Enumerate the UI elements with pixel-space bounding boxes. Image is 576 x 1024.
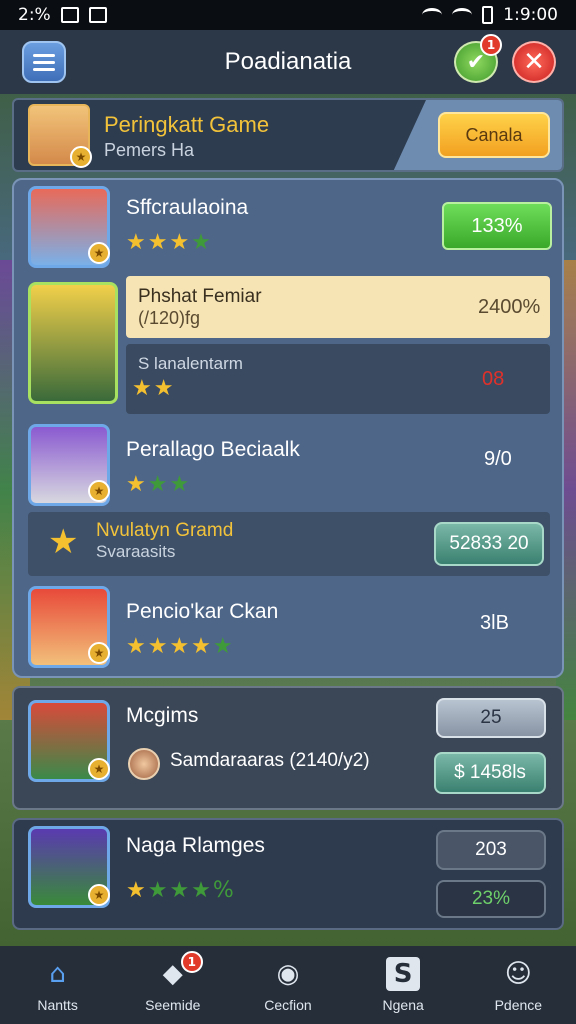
row6-rating: ★★★★★ — [126, 634, 235, 659]
panel3-star-suffix: % — [212, 878, 236, 903]
player-card-naga: ★ Naga Rlamges ★★★★% 203 23% — [12, 818, 564, 930]
tab-notification-badge: 1 — [180, 951, 203, 973]
panel3-name: Naga Rlamges — [126, 834, 265, 857]
leaderboard-panel: ★ Sffcraulaoina ★★★★ 133% Phshat Femiar … — [12, 178, 564, 678]
status-left-text: 2:% — [18, 5, 51, 25]
row3-name: S lanalentarm — [138, 354, 243, 373]
close-button[interactable]: ✕ — [512, 41, 556, 83]
signal-icon — [452, 8, 473, 22]
panel2-name: Mcgims — [126, 704, 199, 727]
row5-star-icon: ★ — [48, 522, 81, 562]
row1-rating: ★★★★ — [126, 230, 213, 255]
tab-pdence[interactable]: ☺ Pdence — [468, 957, 568, 1013]
row2-sub: (/120)fg — [138, 308, 201, 328]
panel2-sub: Samdaraaras (2140/y2) — [170, 750, 370, 771]
tab-label: Nantts — [37, 997, 78, 1013]
banner-subtitle: Pemers Ha — [104, 140, 195, 160]
panel3-count-button[interactable]: 203 — [436, 830, 546, 870]
wifi-icon — [422, 8, 443, 22]
panel3-percent-button[interactable]: 23% — [436, 880, 546, 918]
circle-icon: ◉ — [276, 959, 300, 989]
check-notification-badge: 1 — [480, 34, 502, 56]
cast-icon — [88, 7, 107, 23]
row6-star-badge-icon: ★ — [88, 642, 110, 664]
row4-name: Perallago Beciaalk — [126, 438, 300, 461]
bottom-tab-bar: ⌂ Nantts ◆ 1 Seemide ◉ Cecfion S Ngena ☺… — [0, 946, 576, 1024]
tab-nantts[interactable]: ⌂ Nantts — [8, 957, 108, 1013]
s-box-icon: S — [386, 957, 421, 991]
coin-icon — [128, 748, 160, 780]
tab-seemide[interactable]: ◆ 1 Seemide — [123, 951, 223, 1013]
tab-label: Seemide — [145, 997, 201, 1013]
panel3-rating: ★★★★% — [126, 878, 236, 903]
player-card-mcgims: ★ Mcgims Samdaraaras (2140/y2) 25 $ 1458… — [12, 686, 564, 810]
ranking-banner: ★ Peringkatt Game Pemers Ha Canala — [12, 98, 564, 172]
menu-button[interactable] — [22, 41, 66, 83]
checkmark-icon: ✔ — [466, 49, 486, 75]
tab-cecfion[interactable]: ◉ Cecfion — [238, 957, 338, 1013]
notification-icon — [60, 7, 79, 23]
status-bar: 2:% 1:9:00 — [0, 0, 576, 30]
row1-name: Sffcraulaoina — [126, 196, 249, 219]
row3-value: 08 — [482, 368, 505, 390]
row4-rating: ★★★ — [126, 472, 192, 497]
panel2-price-button[interactable]: $ 1458ls — [434, 752, 546, 794]
row2-name: Phshat Femiar — [138, 286, 262, 307]
close-icon: ✕ — [523, 47, 545, 77]
home-icon: ⌂ — [49, 959, 66, 989]
row4-value: 9/0 — [484, 448, 512, 470]
banner-action-button[interactable]: Canala — [438, 112, 550, 158]
row5-score-button[interactable]: 52833 20 — [434, 522, 544, 566]
row5-name: Nvulatyn Gramd — [96, 520, 234, 541]
panel2-count-button[interactable]: 25 — [436, 698, 546, 738]
battery-icon — [482, 6, 494, 24]
tab-ngena[interactable]: S Ngena — [353, 957, 453, 1013]
row6-value: 3lB — [480, 612, 509, 634]
tab-label: Pdence — [494, 997, 543, 1013]
user-icon: ☺ — [504, 959, 532, 989]
row5-sub: Svaraasits — [96, 542, 176, 561]
row1-score-button[interactable]: 133% — [442, 202, 552, 250]
banner-title: Peringkatt Game — [104, 112, 270, 137]
panel3-star-badge-icon: ★ — [88, 884, 110, 906]
page-title: Poadianatia — [224, 48, 352, 75]
row3-rating: ★★ — [132, 376, 176, 401]
row4-star-badge-icon: ★ — [88, 480, 110, 502]
status-time: 1:9:00 — [503, 5, 558, 25]
row1-star-badge-icon: ★ — [88, 242, 110, 264]
row2-value: 2400% — [478, 296, 541, 318]
tab-label: Ngena — [382, 997, 424, 1013]
panel2-star-badge-icon: ★ — [88, 758, 110, 780]
star-badge-icon: ★ — [70, 146, 92, 168]
header-bar: Poadianatia ✔ 1 ✕ — [0, 30, 576, 94]
row2-avatar — [28, 282, 118, 404]
tab-label: Cecfion — [264, 997, 312, 1013]
row6-name: Pencio'kar Ckan — [126, 600, 279, 623]
